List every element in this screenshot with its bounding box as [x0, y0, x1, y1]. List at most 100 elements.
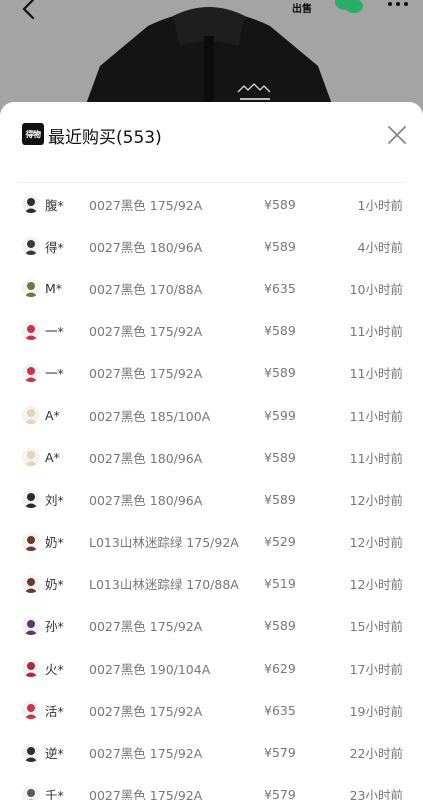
purchase-time: 17小时前: [349, 661, 403, 677]
purchase-row: 一* 0027黑色 175/92A ¥589 11小时前: [18, 352, 405, 394]
purchase-time: 23小时前: [349, 788, 403, 800]
avatar: [22, 363, 40, 382]
purchase-row: A* 0027黑色 180/96A ¥589 11小时前: [18, 436, 405, 478]
product-spec: 0027黑色 175/92A: [89, 619, 203, 635]
product-spec: 0027黑色 170/88A: [89, 281, 203, 297]
purchase-price: ¥579: [264, 745, 296, 761]
buyer-name: 火*: [45, 661, 64, 677]
purchase-row: 孙* 0027黑色 175/92A ¥589 15小时前: [18, 605, 405, 647]
purchase-price: ¥589: [264, 618, 296, 634]
product-spec: 0027黑色 175/92A: [89, 703, 203, 719]
purchase-time: 19小时前: [349, 703, 403, 719]
avatar: [22, 659, 40, 678]
avatar: [22, 743, 40, 762]
avatar: [22, 195, 40, 214]
purchase-price: ¥519: [264, 576, 296, 592]
purchase-row: A* 0027黑色 185/100A ¥599 11小时前: [18, 394, 405, 436]
avatar: [22, 448, 40, 467]
product-spec: 0027黑色 180/96A: [89, 450, 203, 466]
buyer-name: 千*: [45, 788, 64, 800]
product-spec: 0027黑色 175/92A: [89, 746, 203, 762]
avatar: [22, 616, 40, 635]
purchase-time: 12小时前: [349, 577, 403, 593]
purchase-row: 火* 0027黑色 190/104A ¥629 17小时前: [18, 647, 405, 689]
sell-button[interactable]: 出售: [292, 0, 312, 15]
purchase-time: 1小时前: [357, 197, 403, 213]
product-spec: 0027黑色 175/92A: [89, 366, 203, 382]
buyer-name: A*: [45, 449, 60, 465]
buyer-name: 奶*: [45, 577, 64, 593]
product-spec: 0027黑色 175/92A: [89, 324, 203, 340]
product-spec: 0027黑色 180/96A: [89, 492, 203, 508]
avatar: [22, 490, 40, 509]
avatar: [22, 574, 40, 593]
purchase-price: ¥599: [264, 407, 296, 423]
purchase-row: 奶* L013山林迷踪绿 175/92A ¥529 12小时前: [18, 521, 405, 563]
avatar: [22, 785, 40, 800]
close-icon[interactable]: [386, 124, 408, 146]
purchase-price: ¥589: [264, 365, 296, 381]
buyer-name: M*: [45, 280, 63, 296]
dewu-logo: 得物: [22, 123, 44, 145]
purchase-time: 10小时前: [349, 281, 403, 297]
purchase-price: ¥579: [264, 787, 296, 800]
purchase-time: 4小时前: [357, 239, 403, 255]
buyer-name: 腹*: [45, 197, 64, 213]
purchase-price: ¥635: [264, 280, 296, 296]
sheet-header: 得物 最近购买(553): [0, 102, 423, 164]
product-spec: L013山林迷踪绿 170/88A: [89, 577, 239, 593]
more-icon[interactable]: [386, 0, 410, 20]
avatar: [22, 279, 40, 298]
purchase-price: ¥589: [264, 323, 296, 339]
avatar: [22, 701, 40, 720]
purchase-price: ¥589: [264, 196, 296, 212]
purchase-price: ¥529: [264, 534, 296, 550]
purchase-row: 一* 0027黑色 175/92A ¥589 11小时前: [18, 310, 405, 352]
purchase-row: 得* 0027黑色 180/96A ¥589 4小时前: [18, 225, 405, 267]
avatar: [22, 406, 40, 425]
purchase-row: 腹* 0027黑色 175/92A ¥589 1小时前: [18, 183, 405, 225]
purchase-time: 12小时前: [349, 535, 403, 551]
buyer-name: 刘*: [45, 492, 64, 508]
avatar: [22, 321, 40, 340]
purchase-time: 11小时前: [349, 408, 403, 424]
buyer-name: 一*: [45, 324, 64, 340]
purchase-time: 15小时前: [349, 619, 403, 635]
buyer-name: 活*: [45, 703, 64, 719]
purchase-price: ¥635: [264, 702, 296, 718]
recent-purchases-sheet: 得物 最近购买(553) 腹* 0027黑色 175/92A ¥589 1小时前得* 0…: [0, 102, 423, 800]
product-spec: L013山林迷踪绿 175/92A: [89, 535, 239, 551]
avatar: [22, 237, 40, 256]
purchase-price: ¥629: [264, 660, 296, 676]
product-spec: 0027黑色 185/100A: [89, 408, 211, 424]
purchase-row: 千* 0027黑色 175/92A ¥579 23小时前: [18, 774, 405, 800]
purchase-list[interactable]: 腹* 0027黑色 175/92A ¥589 1小时前得* 0027黑色 180/96A…: [18, 182, 405, 800]
avatar: [22, 532, 40, 551]
purchase-row: M* 0027黑色 170/88A ¥635 10小时前: [18, 267, 405, 309]
buyer-name: 逆*: [45, 746, 64, 762]
product-spec: 0027黑色 190/104A: [89, 661, 211, 677]
product-spec: 0027黑色 180/96A: [89, 239, 203, 255]
purchase-row: 刘* 0027黑色 180/96A ¥589 12小时前: [18, 478, 405, 520]
buyer-name: A*: [45, 407, 60, 423]
buyer-name: 奶*: [45, 535, 64, 551]
product-spec: 0027黑色 175/92A: [89, 788, 203, 800]
purchase-row: 奶* L013山林迷踪绿 170/88A ¥519 12小时前: [18, 563, 405, 605]
purchase-time: 11小时前: [349, 324, 403, 340]
purchase-price: ¥589: [264, 238, 296, 254]
buyer-name: 一*: [45, 366, 64, 382]
sheet-title: 最近购买(553): [48, 128, 162, 148]
purchase-time: 12小时前: [349, 492, 403, 508]
purchase-price: ¥589: [264, 491, 296, 507]
purchase-row: 逆* 0027黑色 175/92A ¥579 22小时前: [18, 731, 405, 773]
chevron-left-icon[interactable]: [18, 0, 40, 20]
purchase-time: 11小时前: [349, 366, 403, 382]
purchase-time: 11小时前: [349, 450, 403, 466]
buyer-name: 得*: [45, 239, 64, 255]
wechat-icon[interactable]: [334, 0, 364, 18]
purchase-time: 22小时前: [349, 746, 403, 762]
purchase-row: 活* 0027黑色 175/92A ¥635 19小时前: [18, 689, 405, 731]
product-spec: 0027黑色 175/92A: [89, 197, 203, 213]
buyer-name: 孙*: [45, 619, 64, 635]
purchase-price: ¥589: [264, 449, 296, 465]
